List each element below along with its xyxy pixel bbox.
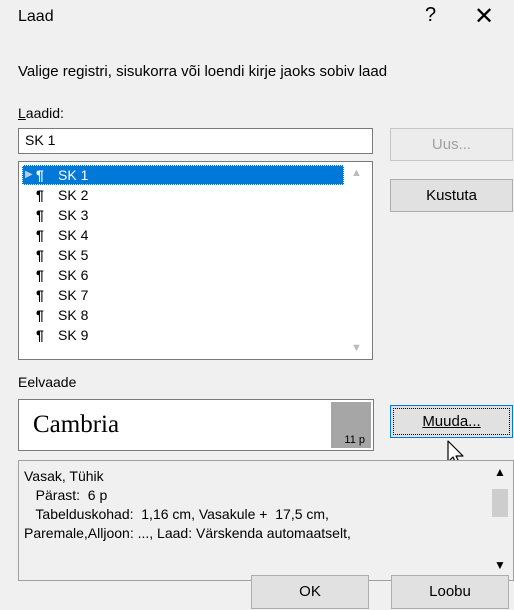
style-list-item-label: SK 9: [58, 327, 89, 343]
help-button[interactable]: ?: [425, 4, 436, 27]
style-list-item-label: SK 1: [58, 167, 89, 183]
modify-button[interactable]: Muuda...: [390, 405, 513, 438]
style-list-item[interactable]: ¶ SK 3: [22, 205, 344, 225]
modify-button-label: Muuda...: [422, 413, 481, 430]
delete-button[interactable]: Kustuta: [390, 179, 513, 212]
paragraph-style-icon: ¶: [36, 227, 44, 243]
paragraph-style-icon: ¶: [36, 187, 44, 203]
scroll-down-icon[interactable]: ▼: [494, 558, 506, 572]
scroll-up-icon[interactable]: ▲: [351, 167, 362, 179]
paragraph-style-icon: ¶: [36, 207, 44, 223]
styles-listbox[interactable]: ▶ ¶ SK 1 ¶ SK 2 ¶ SK 3 ¶ SK 4 ¶ SK 5 ¶ SK 6 ¶ SK 7 ¶ SK …: [18, 161, 373, 360]
cancel-button[interactable]: Loobu: [391, 575, 509, 609]
style-list-item-label: SK 7: [58, 287, 89, 303]
style-list-item[interactable]: ¶ SK 5: [22, 245, 344, 265]
instruction-text: Valige registri, sisukorra või loendi ki…: [18, 63, 388, 80]
description-line: Tabelduskohad: 1,16 cm, Vasakule + 17,5 …: [24, 506, 329, 522]
selection-arrow-icon: ▶: [25, 169, 33, 180]
style-list-item[interactable]: ¶ SK 2: [22, 185, 344, 205]
preview-font-size: 11 p: [344, 434, 365, 446]
style-list-item[interactable]: ¶ SK 6: [22, 265, 344, 285]
style-list-item-label: SK 4: [58, 227, 89, 243]
dialog-title: Laad: [18, 8, 54, 25]
style-list-item[interactable]: ▶ ¶ SK 1: [22, 165, 344, 185]
paragraph-style-icon: ¶: [36, 267, 44, 283]
style-name-input[interactable]: SK 1: [18, 128, 373, 154]
new-button[interactable]: Uus...: [390, 128, 513, 161]
styles-scrollbar[interactable]: ▲ ▼: [345, 163, 371, 358]
title-bar: Laad ? ✕: [0, 0, 514, 38]
description-line: Paremale,Alljoon: ..., Laad: Värskenda a…: [24, 525, 351, 541]
style-list-item-label: SK 5: [58, 247, 89, 263]
paragraph-style-icon: ¶: [36, 247, 44, 263]
preview-label: Eelvaade: [18, 374, 77, 390]
style-list-item-label: SK 8: [58, 307, 89, 323]
paragraph-style-icon: ¶: [36, 287, 44, 303]
style-list-item-label: SK 3: [58, 207, 89, 223]
style-list-item[interactable]: ¶ SK 7: [22, 285, 344, 305]
styles-list: ▶ ¶ SK 1 ¶ SK 2 ¶ SK 3 ¶ SK 4 ¶ SK 5 ¶ SK 6 ¶ SK 7 ¶ SK …: [22, 165, 344, 345]
close-icon[interactable]: ✕: [474, 2, 494, 31]
scroll-down-icon[interactable]: ▼: [351, 342, 362, 354]
style-list-item[interactable]: ¶ SK 8: [22, 305, 344, 325]
styles-label: Laadid:: [18, 105, 64, 121]
description-scrollbar[interactable]: ▲ ▼: [489, 463, 511, 578]
style-list-item[interactable]: ¶ SK 4: [22, 225, 344, 245]
preview-size-swatch: 11 p: [331, 402, 371, 448]
ok-button[interactable]: OK: [251, 575, 369, 609]
styles-label-rest: aadid:: [25, 105, 64, 121]
scroll-up-icon[interactable]: ▲: [494, 465, 506, 479]
description-line: Vasak, Tühik: [24, 468, 104, 484]
style-list-item-label: SK 2: [58, 187, 89, 203]
description-text: Vasak, Tühik Pärast: 6 p Tabelduskohad: …: [24, 467, 484, 543]
style-description: Vasak, Tühik Pärast: 6 p Tabelduskohad: …: [18, 460, 514, 581]
styles-label-accesskey: L: [18, 105, 26, 121]
description-line: Pärast: 6 p: [24, 487, 108, 503]
preview-box: Cambria 11 p: [18, 399, 374, 451]
preview-font-name: Cambria: [33, 411, 120, 438]
paragraph-style-icon: ¶: [36, 307, 44, 323]
scroll-thumb[interactable]: [492, 489, 508, 517]
style-list-item-label: SK 6: [58, 267, 89, 283]
paragraph-style-icon: ¶: [36, 327, 44, 343]
style-list-item[interactable]: ¶ SK 9: [22, 325, 344, 345]
paragraph-style-icon: ¶: [36, 167, 44, 183]
